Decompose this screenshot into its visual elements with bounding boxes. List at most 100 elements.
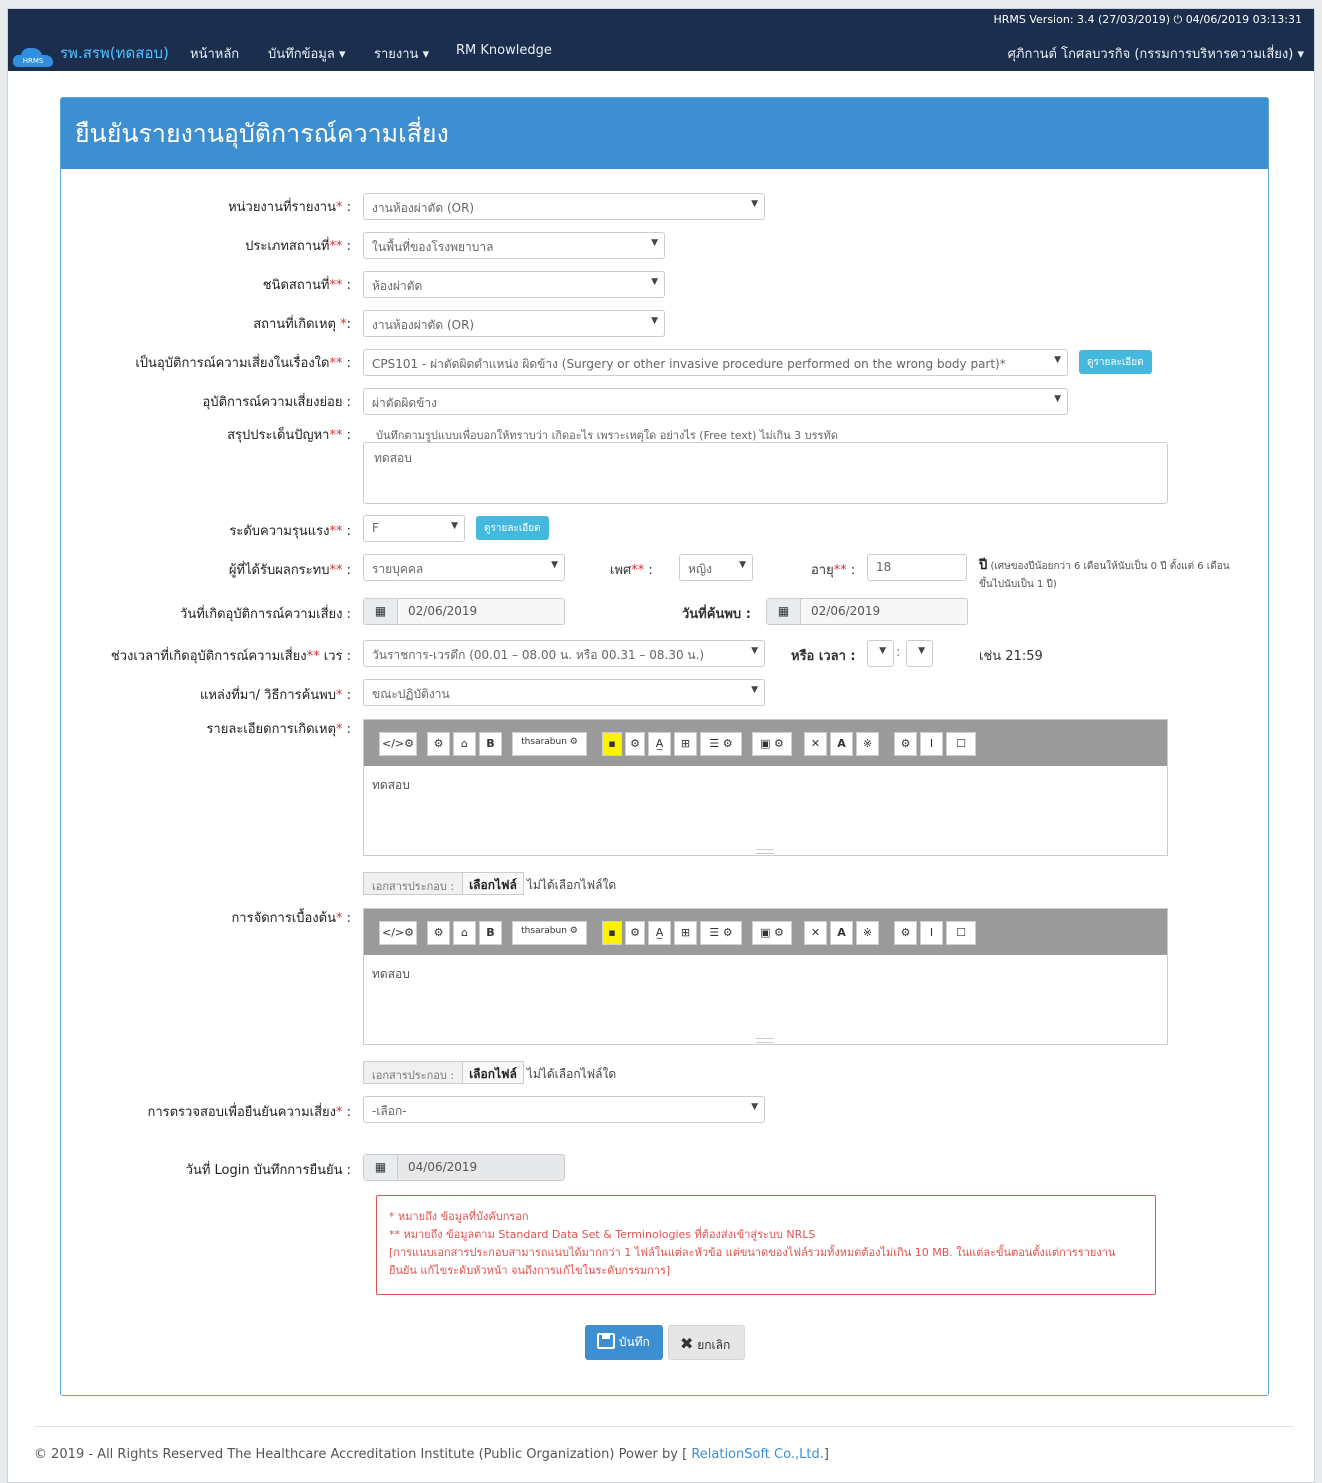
label-time: หรือ เวลา	[791, 649, 846, 664]
footer: © 2019 - All Rights Reserved The Healthc…	[34, 1447, 829, 1462]
cancel-button[interactable]: ✖ ยกเลิก	[668, 1325, 745, 1360]
caret-down-icon: ▼	[1054, 394, 1061, 404]
sub-risk-select[interactable]: ผ่าตัดผิดข้าง ▼	[363, 388, 1068, 415]
fullscreen-button[interactable]: ☐	[946, 921, 976, 945]
severity-detail-button[interactable]: ดูรายละเอียด	[476, 516, 549, 540]
label-found-date: วันที่ค้นพบ	[682, 607, 742, 622]
age-unit: ปี	[979, 558, 988, 573]
calendar-icon[interactable]: ▦	[364, 599, 398, 624]
save-button[interactable]: บันทึก	[585, 1325, 663, 1360]
summary-textarea[interactable]: ทดสอบ	[363, 442, 1168, 504]
style-button[interactable]: ⚙	[427, 921, 450, 945]
caret-down-icon: ▼	[751, 685, 758, 695]
bold-button[interactable]: B	[479, 732, 502, 756]
code-view-button[interactable]: </>⚙	[379, 921, 417, 945]
affected-select[interactable]: รายบุคคล ▼	[363, 554, 565, 581]
risk-detail-button[interactable]: ดูรายละเอียด	[1079, 350, 1152, 374]
label-place-kind: ชนิดสถานที่	[262, 278, 330, 293]
label-age: อายุ	[811, 563, 834, 578]
note-line: [การแนบเอกสารประกอบสามารถแนบได้มากกว่า 1…	[389, 1246, 1116, 1259]
label-place: สถานที่เกิดเหตุ	[253, 317, 336, 332]
label-place-type: ประเภทสถานที่	[245, 239, 330, 254]
clear-format-button[interactable]: ⌂	[453, 921, 476, 945]
caret-down-icon: ▼	[918, 646, 925, 656]
login-date-field: ▦ 04/06/2019	[363, 1154, 565, 1181]
fullscreen-button[interactable]: ☐	[946, 732, 976, 756]
label-risk-topic: เป็นอุบัติการณ์ความเสี่ยงในเรื่องใด	[135, 356, 330, 371]
risk-topic-value: CPS101 - ผ่าตัดผิดตำแหน่ง ผิดข้าง (Surge…	[372, 357, 1006, 371]
picture-button[interactable]: ▣ ⚙	[752, 732, 792, 756]
user-menu[interactable]: ศุภิกานต์ โกศลบวรกิจ (กรรมการบริหารความเ…	[1008, 43, 1304, 64]
nav-report-menu[interactable]: รายงาน ▾	[374, 43, 429, 64]
label-affected: ผู้ที่ได้รับผลกระทบ	[228, 563, 330, 578]
sex-select[interactable]: หญิง ▼	[679, 554, 753, 581]
verify-select[interactable]: -เลือก- ▼	[363, 1096, 765, 1123]
special-char-button[interactable]: ※	[856, 732, 879, 756]
underline-button[interactable]: A̲	[648, 921, 671, 945]
table-button[interactable]: ⊞	[674, 921, 697, 945]
font-button[interactable]: A	[830, 732, 853, 756]
hour-select[interactable]: ▼	[867, 640, 894, 667]
label-source: แหล่งที่มา/ วิธีการค้นพบ	[199, 688, 336, 703]
age-value: 18	[876, 560, 892, 574]
special-char-button[interactable]: ※	[856, 921, 879, 945]
occur-date-picker[interactable]: ▦ 02/06/2019	[363, 598, 565, 625]
close-icon[interactable]: ✕	[804, 732, 827, 756]
req-mark: *	[335, 911, 343, 926]
initial-editor[interactable]: </>⚙ ⚙ ⌂ B thsarabun ⚙ ▪ ⚙ A̲ ⊞ ☰ ⚙ ▣ ⚙ …	[363, 908, 1168, 1045]
font-family-button[interactable]: thsarabun ⚙	[512, 921, 587, 945]
risk-topic-select[interactable]: CPS101 - ผ่าตัดผิดตำแหน่ง ผิดข้าง (Surge…	[363, 349, 1068, 376]
paragraph-button[interactable]: ☰ ⚙	[700, 732, 742, 756]
no-file-text: ไม่ได้เลือกไฟล์ใด	[526, 1067, 617, 1081]
nav-rm-knowledge[interactable]: RM Knowledge	[456, 43, 552, 58]
period-select[interactable]: วันราชการ-เวรดึก (00.01 – 08.00 น. หรือ …	[363, 640, 765, 667]
color-button[interactable]: ▪	[602, 732, 622, 756]
footer-link[interactable]: RelationSoft Co.,Ltd.	[691, 1447, 824, 1462]
italic-button[interactable]: I	[920, 921, 943, 945]
color-dropdown-button[interactable]: ⚙	[625, 732, 645, 756]
resize-handle[interactable]	[756, 1038, 774, 1043]
table-button[interactable]: ⊞	[674, 732, 697, 756]
occur-date-value: 02/06/2019	[408, 604, 478, 618]
minute-select[interactable]: ▼	[906, 640, 933, 667]
nav-record-menu[interactable]: บันทึกข้อมูล ▾	[268, 43, 345, 64]
unit-select[interactable]: งานห้องผ่าตัด (OR) ▼	[363, 193, 765, 220]
settings-button[interactable]: ⚙	[894, 921, 917, 945]
style-button[interactable]: ⚙	[427, 732, 450, 756]
color-button[interactable]: ▪	[602, 921, 622, 945]
bold-button[interactable]: B	[479, 921, 502, 945]
found-date-picker[interactable]: ▦ 02/06/2019	[766, 598, 968, 625]
place-select[interactable]: งานห้องผ่าตัด (OR) ▼	[363, 310, 665, 337]
caret-down-icon: ▼	[879, 646, 886, 656]
clear-format-button[interactable]: ⌂	[453, 732, 476, 756]
note-line: ยืนยัน แก้ไขระดับหัวหน้า จนถึงการแก้ไขใน…	[389, 1264, 671, 1277]
req-mark: **	[833, 563, 847, 578]
resize-handle[interactable]	[756, 849, 774, 854]
detail-editor[interactable]: </>⚙ ⚙ ⌂ B thsarabun ⚙ ▪ ⚙ A̲ ⊞ ☰ ⚙ ▣ ⚙ …	[363, 719, 1168, 856]
source-select[interactable]: ขณะปฏิบัติงาน ▼	[363, 679, 765, 706]
underline-button[interactable]: A̲	[648, 732, 671, 756]
font-button[interactable]: A	[830, 921, 853, 945]
brand-link[interactable]: รพ.สรพ(ทดสอบ)	[60, 41, 169, 65]
picture-button[interactable]: ▣ ⚙	[752, 921, 792, 945]
italic-button[interactable]: I	[920, 732, 943, 756]
choose-file-button[interactable]: เลือกไฟล์	[462, 1061, 524, 1084]
req-mark: **	[329, 356, 343, 371]
code-view-button[interactable]: </>⚙	[379, 732, 417, 756]
choose-file-button[interactable]: เลือกไฟล์	[462, 872, 524, 895]
detail-editor-body[interactable]: ทดสอบ	[364, 766, 1167, 854]
nav-home[interactable]: หน้าหลัก	[190, 43, 239, 64]
font-family-button[interactable]: thsarabun ⚙	[512, 732, 587, 756]
settings-button[interactable]: ⚙	[894, 732, 917, 756]
close-icon[interactable]: ✕	[804, 921, 827, 945]
calendar-icon[interactable]: ▦	[767, 599, 801, 624]
paragraph-button[interactable]: ☰ ⚙	[700, 921, 742, 945]
place-type-select[interactable]: ในพื้นที่ของโรงพยาบาล ▼	[363, 232, 665, 259]
place-type-value: ในพื้นที่ของโรงพยาบาล	[372, 240, 494, 254]
color-dropdown-button[interactable]: ⚙	[625, 921, 645, 945]
hrms-cloud-logo[interactable]: HRMS	[11, 43, 55, 69]
place-kind-select[interactable]: ห้องผ่าตัด ▼	[363, 271, 665, 298]
age-input[interactable]: 18	[867, 554, 967, 581]
severity-select[interactable]: F ▼	[363, 515, 465, 542]
initial-editor-body[interactable]: ทดสอบ	[364, 955, 1167, 1043]
